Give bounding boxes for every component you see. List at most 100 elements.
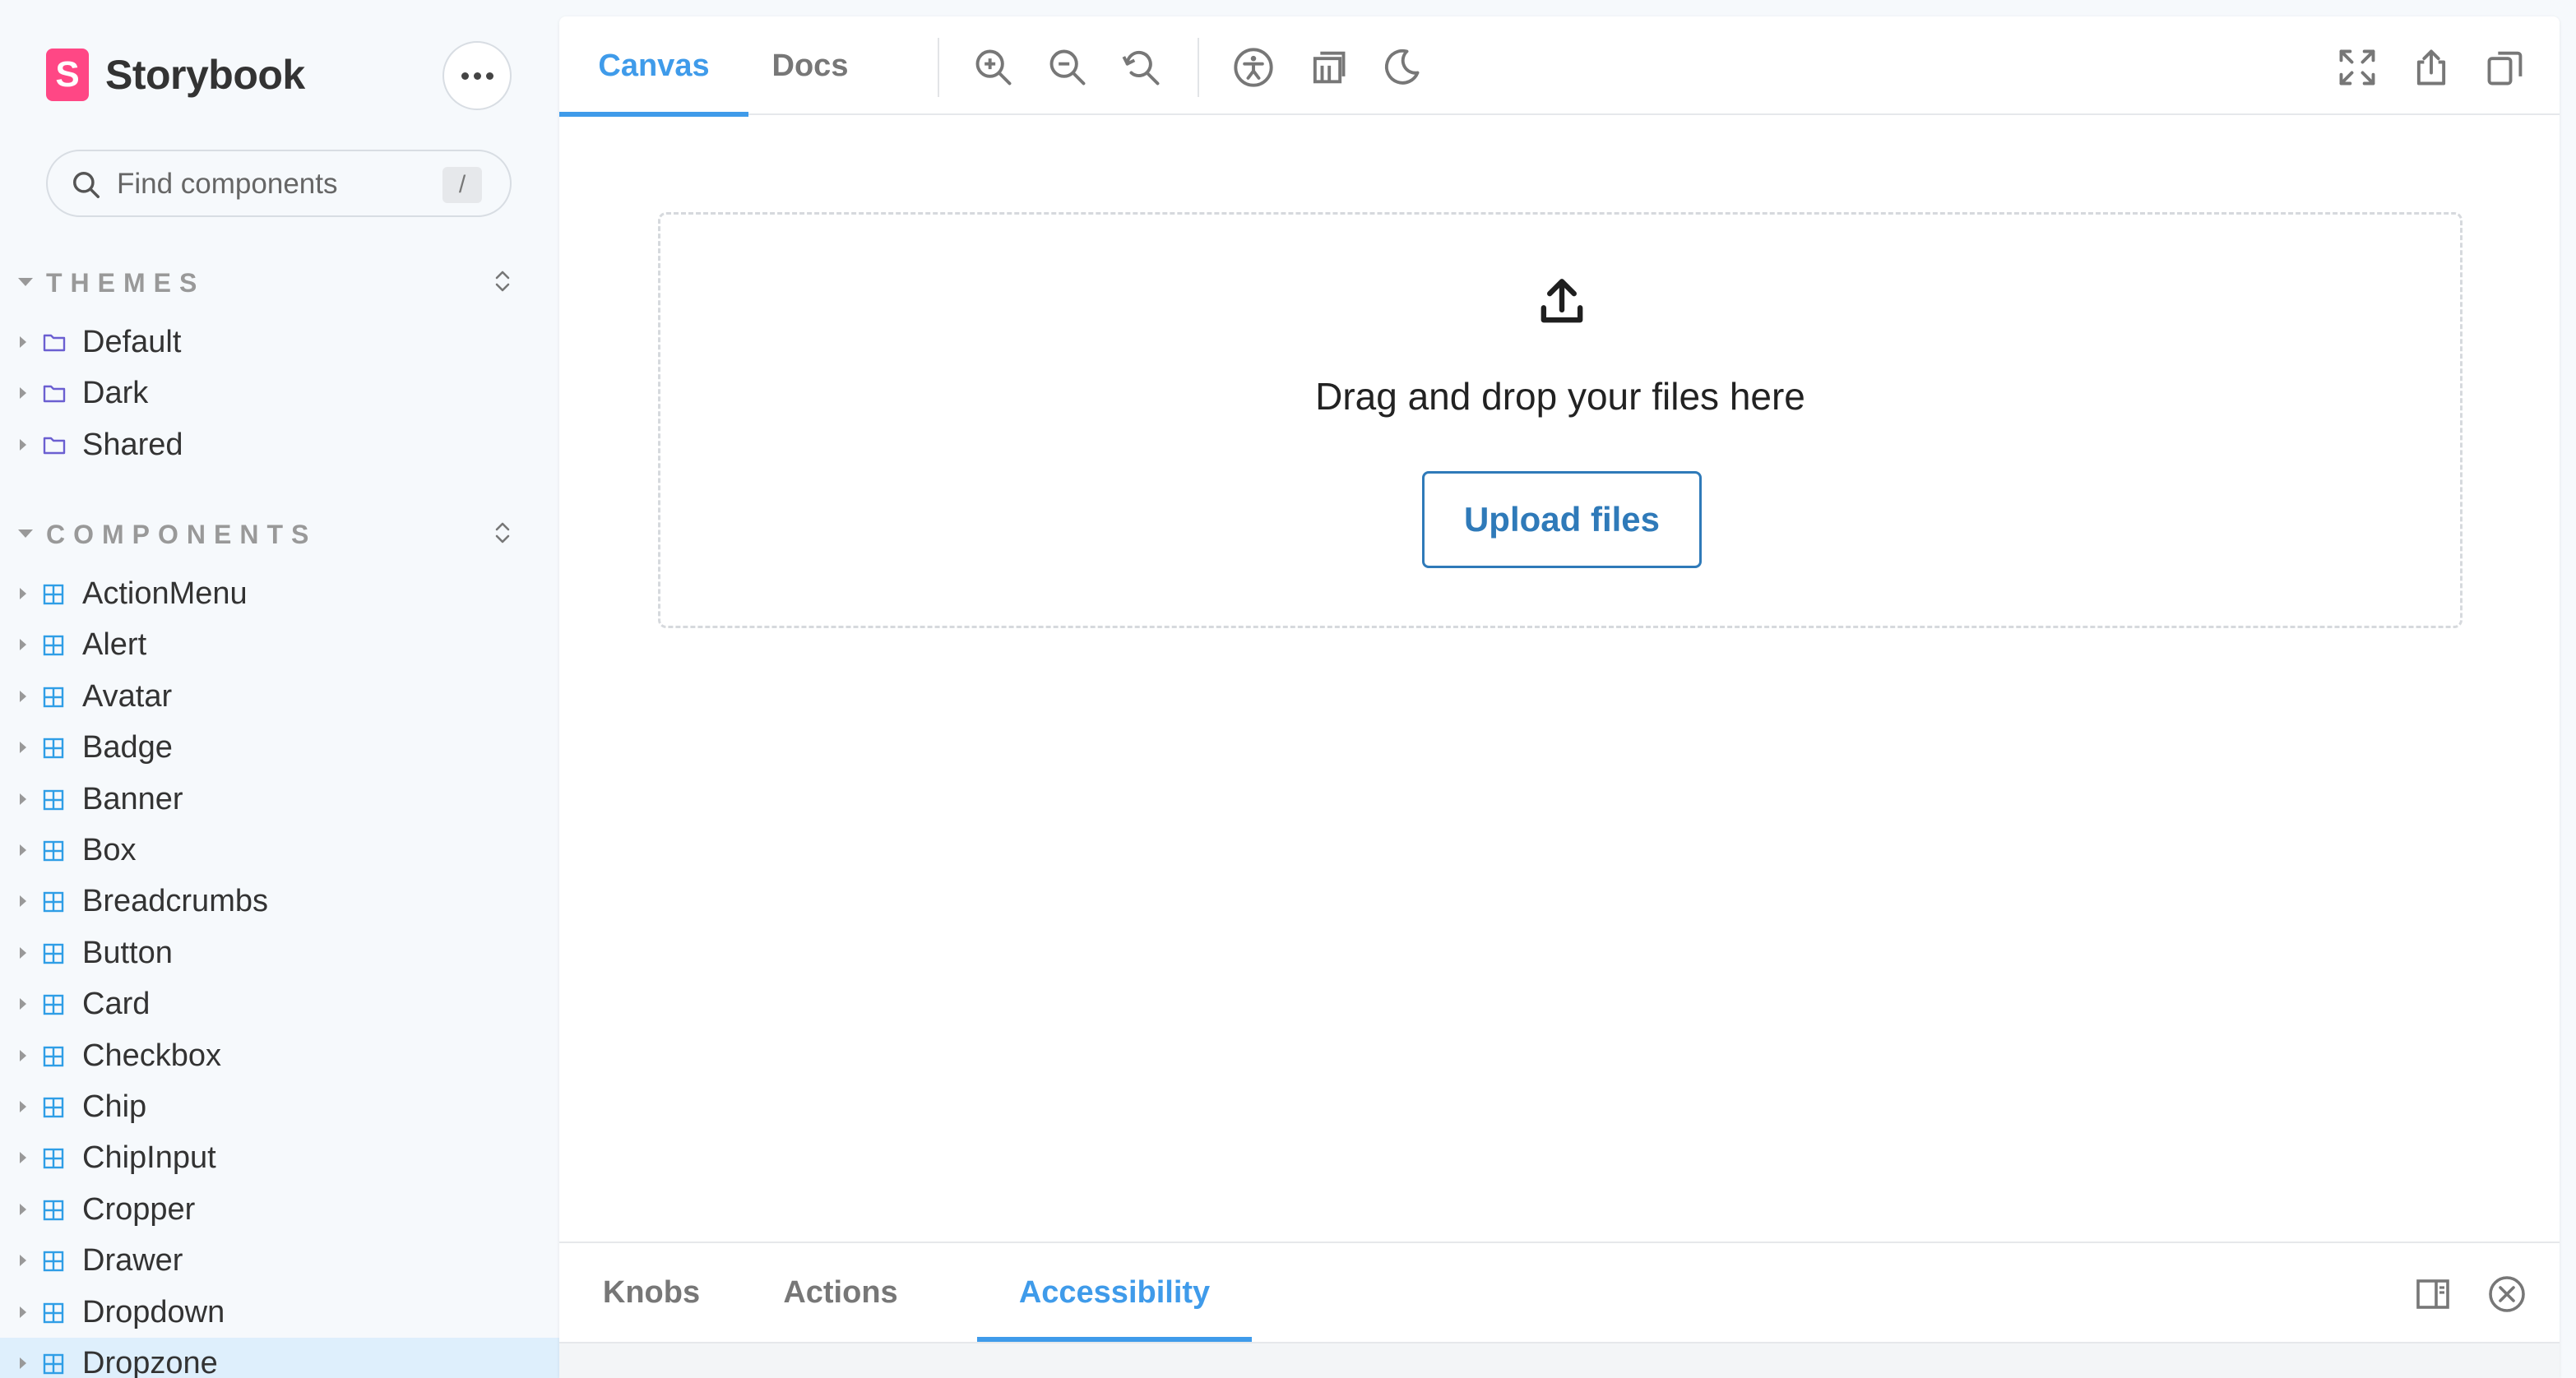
- component-icon: [43, 635, 64, 656]
- background-icon[interactable]: [1306, 46, 1349, 89]
- ellipsis-icon: [473, 72, 481, 80]
- sidebar-item-chip[interactable]: Chip: [0, 1081, 559, 1132]
- folder-icon: [43, 385, 66, 403]
- brand-title: Storybook: [105, 52, 305, 98]
- share-icon[interactable]: [2410, 46, 2453, 89]
- sidebar-item-box[interactable]: Box: [0, 825, 559, 876]
- dropzone-text: Drag and drop your files here: [1315, 375, 1805, 418]
- component-icon: [43, 1353, 64, 1375]
- component-icon: [43, 738, 64, 759]
- sidebar-item-breadcrumbs[interactable]: Breadcrumbs: [0, 876, 559, 927]
- expand-arrow-icon: [20, 1357, 26, 1369]
- sidebar-item-label: Card: [82, 987, 151, 1021]
- tab-canvas[interactable]: Canvas: [559, 16, 748, 117]
- component-icon: [43, 584, 64, 605]
- toolbar: Canvas Docs: [559, 16, 2560, 117]
- sidebar-item-drawer[interactable]: Drawer: [0, 1235, 559, 1286]
- sidebar-item-button[interactable]: Button: [0, 927, 559, 978]
- zoom-out-icon[interactable]: [1046, 46, 1089, 89]
- component-icon: [43, 1302, 64, 1324]
- component-icon: [43, 1097, 64, 1118]
- fullscreen-icon[interactable]: [2336, 46, 2379, 89]
- sidebar-item-label: Banner: [82, 782, 183, 816]
- sidebar-item-checkbox[interactable]: Checkbox: [0, 1030, 559, 1081]
- tab-actions[interactable]: Actions: [767, 1243, 915, 1342]
- expand-arrow-icon: [20, 439, 26, 451]
- zoom-in-icon[interactable]: [972, 46, 1015, 89]
- upload-icon: [1541, 279, 1583, 323]
- component-icon: [43, 1200, 64, 1221]
- sidebar-item-dropzone[interactable]: Dropzone: [0, 1338, 559, 1378]
- sidebar-item-label: Drawer: [82, 1243, 183, 1278]
- storybook-logo-icon: S: [46, 49, 89, 101]
- component-icon: [43, 687, 64, 708]
- sidebar-item-banner[interactable]: Banner: [0, 774, 559, 825]
- component-icon: [43, 1251, 64, 1272]
- expand-arrow-icon: [20, 1255, 26, 1266]
- expand-arrow-icon: [20, 639, 26, 650]
- sidebar-item-card[interactable]: Card: [0, 978, 559, 1029]
- sidebar-item-label: Shared: [82, 428, 183, 462]
- accessibility-icon[interactable]: [1232, 46, 1275, 89]
- sidebar-item-alert[interactable]: Alert: [0, 619, 559, 670]
- sidebar-item-chipinput[interactable]: ChipInput: [0, 1132, 559, 1183]
- sidebar-item-label: Dropzone: [82, 1346, 218, 1378]
- search-shortcut-key: /: [442, 167, 482, 203]
- zoom-reset-icon[interactable]: [1120, 46, 1163, 89]
- preview-panel: Canvas Docs Drag and drop your files her…: [559, 16, 2560, 1378]
- sidebar-item-dropdown[interactable]: Dropdown: [0, 1287, 559, 1338]
- sidebar-item-shared[interactable]: Shared: [0, 419, 559, 470]
- tab-docs[interactable]: Docs: [748, 16, 872, 115]
- sidebar-menu-button[interactable]: [442, 41, 512, 110]
- sidebar-item-badge[interactable]: Badge: [0, 722, 559, 773]
- sidebar-item-label: Chip: [82, 1089, 147, 1124]
- expand-arrow-icon: [20, 947, 26, 959]
- section-title: THEMES: [46, 268, 206, 298]
- sidebar-item-label: Checkbox: [82, 1038, 221, 1073]
- expand-arrow-icon: [20, 1306, 26, 1318]
- sidebar-item-label: Breadcrumbs: [82, 884, 268, 918]
- sidebar-item-label: Badge: [82, 730, 173, 765]
- collapse-caret-icon: [18, 529, 33, 538]
- tab-knobs[interactable]: Knobs (1): [595, 1243, 707, 1378]
- folder-icon: [43, 437, 66, 455]
- upload-files-button[interactable]: Upload files: [1422, 471, 1702, 568]
- ellipsis-icon: [485, 72, 493, 80]
- sidebar-item-actionmenu[interactable]: ActionMenu: [0, 568, 559, 619]
- section-header-themes[interactable]: THEMES: [16, 265, 526, 301]
- sidebar-item-label: Dropdown: [82, 1295, 225, 1329]
- search-box[interactable]: /: [46, 150, 512, 217]
- search-icon: [73, 172, 100, 198]
- sidebar-item-label: Button: [82, 936, 173, 970]
- expand-arrow-icon: [20, 1050, 26, 1061]
- expand-arrow-icon: [20, 793, 26, 805]
- expand-collapse-icon[interactable]: [490, 265, 515, 298]
- copy-link-icon[interactable]: [2484, 46, 2527, 89]
- tab-accessibility[interactable]: Accessibility: [977, 1243, 1252, 1342]
- sidebar: S Storybook / THEMES Default Dark Shared…: [0, 0, 559, 1378]
- expand-arrow-icon: [20, 844, 26, 856]
- dark-mode-icon[interactable]: [1380, 46, 1423, 89]
- expand-arrow-icon: [20, 588, 26, 599]
- expand-arrow-icon: [20, 998, 26, 1010]
- close-panel-icon[interactable]: [2487, 1274, 2527, 1314]
- expand-collapse-icon[interactable]: [490, 516, 515, 549]
- component-icon: [43, 789, 64, 811]
- sidebar-item-default[interactable]: Default: [0, 317, 559, 368]
- expand-arrow-icon: [20, 691, 26, 702]
- expand-arrow-icon: [20, 1101, 26, 1112]
- sidebar-item-dark[interactable]: Dark: [0, 368, 559, 418]
- brand[interactable]: S Storybook: [46, 46, 305, 104]
- section-header-components[interactable]: COMPONENTS: [16, 516, 526, 553]
- search-input[interactable]: [117, 164, 429, 204]
- dropzone[interactable]: Drag and drop your files here Upload fil…: [658, 212, 2462, 628]
- expand-arrow-icon: [20, 1204, 26, 1215]
- addons-panel: Knobs (1) Actions Accessibility: [559, 1242, 2560, 1378]
- addon-content: [559, 1342, 2560, 1378]
- folder-icon: [43, 334, 66, 352]
- sidebar-item-avatar[interactable]: Avatar: [0, 671, 559, 722]
- expand-arrow-icon: [20, 387, 26, 399]
- panel-orientation-icon[interactable]: [2413, 1274, 2453, 1314]
- sidebar-item-cropper[interactable]: Cropper: [0, 1184, 559, 1235]
- component-icon: [43, 1148, 64, 1169]
